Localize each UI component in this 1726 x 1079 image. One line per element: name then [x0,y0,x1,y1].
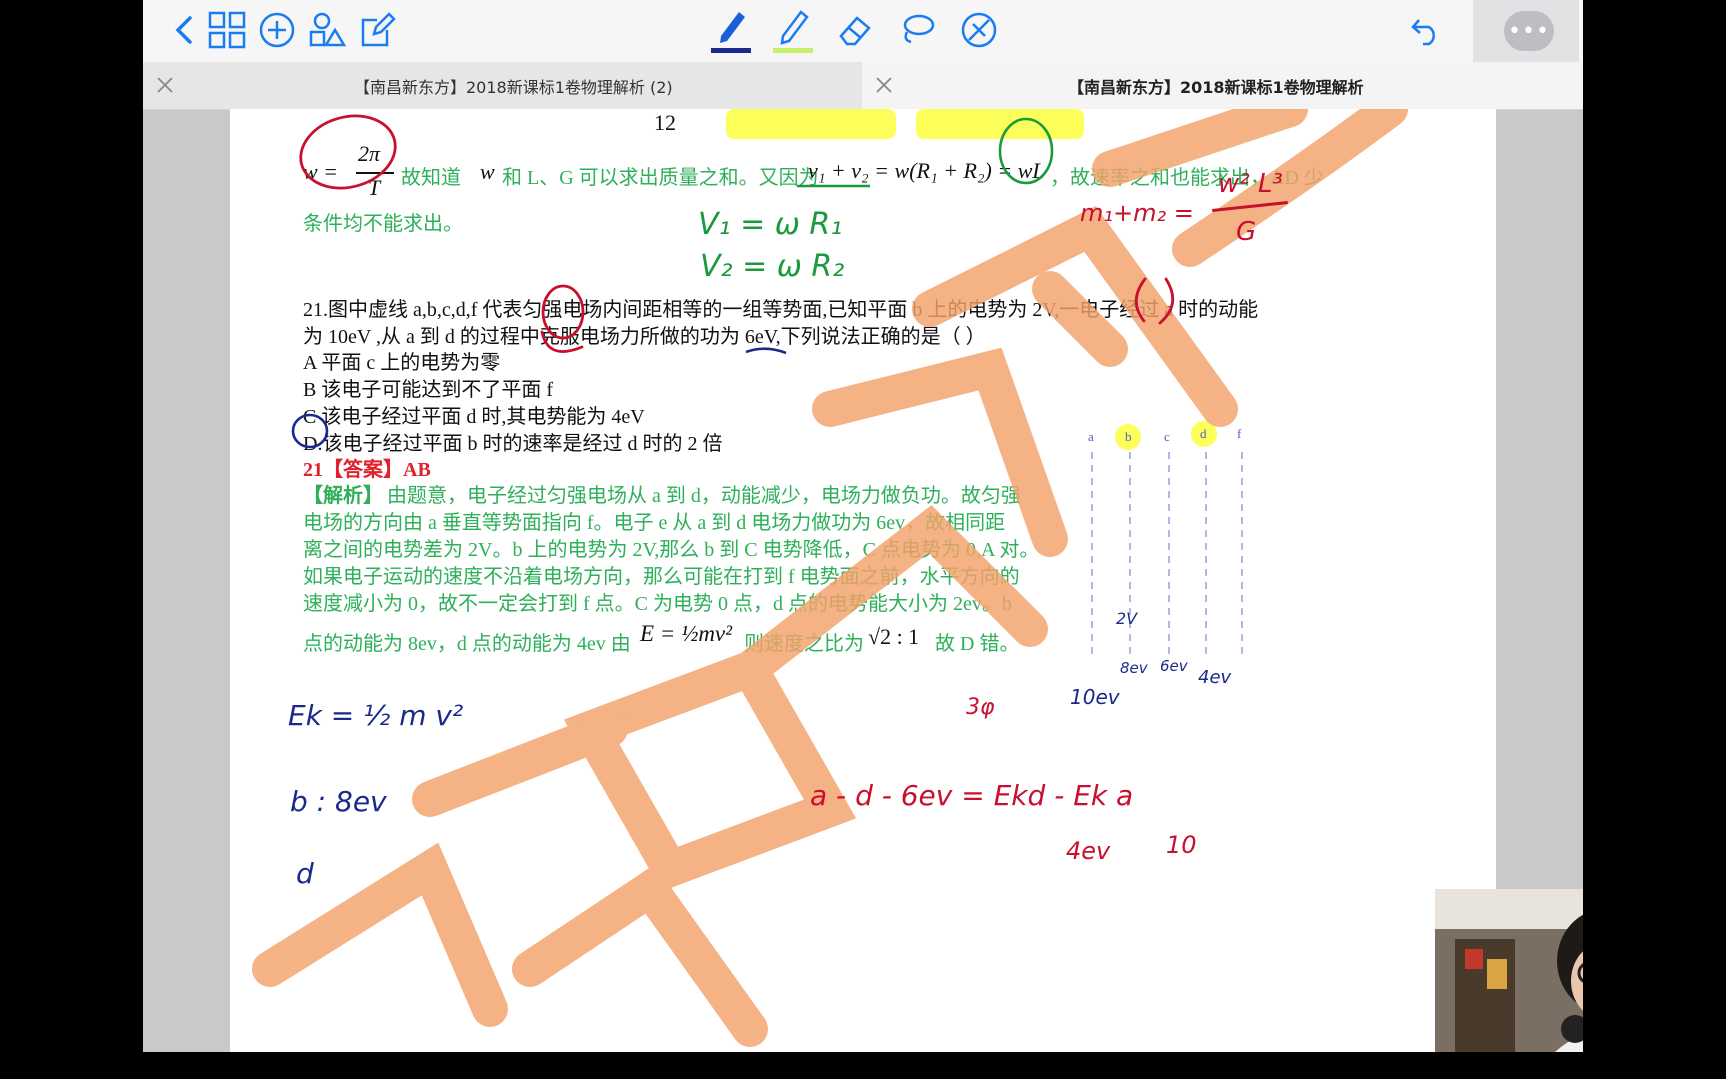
plane-label: d [1200,426,1207,441]
handwritten-note: 8ev [1120,659,1148,677]
document-tab-bar: 【南昌新东方】2018新课标1卷物理解析 (2) 【南昌新东方】2018新课标1… [143,62,1583,110]
shapes-button[interactable] [305,8,349,52]
grid-view-button[interactable] [205,8,249,52]
underline-mark [745,347,787,355]
handwritten-note: V₁ = ω R₁ [698,207,843,242]
compose-icon [361,12,396,47]
explanation-line: 电场的方向由 a 垂直等势面指向 f。电子 e 从 a 到 d 电场力做功为 6… [303,512,1006,534]
eraser-icon [839,16,871,46]
handwritten-fraction-bar [1212,201,1288,212]
top-toolbar [143,0,1583,62]
handwritten-note: 10 [1166,831,1197,859]
handwritten-note: a - d - 6ev = Ekd - Ek a [810,779,1134,812]
lasso-icon [903,14,935,44]
handwritten-note: V₂ = ω R₂ [700,249,845,284]
highlight-mark [726,109,896,139]
answer-label: 21【答案】AB [303,459,431,481]
explanation-line: 故 D 错。 [935,633,1020,655]
laser-pointer-icon [961,12,997,48]
tab-title: 【南昌新东方】2018新课标1卷物理解析 [1068,77,1364,97]
fraction-numerator: 2π [358,141,381,166]
handwritten-note: 3φ [966,695,995,720]
formula-fragment: 12 [654,110,676,135]
handwritten-note: 2V [1116,609,1138,628]
eraser-tool-button[interactable] [833,8,877,52]
w-equation: w = [303,159,339,184]
option-d: D.该电子经过平面 b 时的速率是经过 d 时的 2 倍 [303,433,723,455]
handwritten-note: w² L³ [1218,169,1283,199]
presenter-video [1435,889,1583,1052]
explanation-line: 速度减小为 0，故不一定会打到 f 点。C 为电势 0 点，d 点的电势能大小为… [303,593,1012,615]
handwritten-note: G [1236,217,1257,247]
tab-document-1[interactable]: 【南昌新东方】2018新课标1卷物理解析 [862,62,1583,109]
fraction-bar [356,172,394,174]
text-line: 条件均不能求出。 [303,213,463,235]
question-21-line-2: 为 10eV ,从 a 到 d 的过程中克服电场力所做的功为 6eV,下列说法正… [303,326,986,348]
tab-title: 【南昌新东方】2018新课标1卷物理解析 (2) [354,77,673,97]
fraction-denominator: T [368,175,381,200]
highlight-mark [916,109,1084,139]
explanation-line: 点的动能为 8ev，d 点的动能为 4ev 由 [303,633,631,655]
handwritten-note: 4ev [1066,837,1111,865]
add-page-button[interactable] [255,8,299,52]
plus-circle-icon [259,12,295,48]
option-c: C 该电子经过平面 d 时,其电势能为 4eV [303,406,645,428]
velocity-sum-equation: v₁ + v₂ = w(R₁ + R₂) = wL [808,158,1045,183]
ellipsis-icon: ••• [1504,11,1554,51]
shapes-icon [309,12,347,47]
close-icon[interactable] [155,75,175,95]
app-window: ••• 【南昌新东方】2018新课标1卷物理解析 (2) 【南昌新东方】2018… [143,0,1583,1052]
highlighter-tool-button[interactable] [771,4,815,56]
edit-text-button[interactable] [355,8,399,52]
pen-icon [711,12,751,53]
handwritten-note: b : 8ev [290,785,387,818]
explanation-tag: 【解析】 [303,485,383,507]
option-b: B 该电子可能达到不了平面 f [303,379,553,401]
question-21-line-1: 21.图中虚线 a,b,c,d,f 代表匀强电场内间距相等的一组等势面,已知平面… [303,299,1259,321]
explanation-line: 离之间的电势差为 2V。b 上的电势为 2V,那么 b 到 C 电势降低，C 点… [303,539,1040,561]
ratio-formula: √2 : 1 [868,624,920,649]
handwritten-note: 6ev [1160,657,1188,675]
undo-button[interactable] [1405,8,1449,52]
text-line: 故知道 [401,167,461,189]
text-line: 和 L、G 可以求出质量之和。又因为 [502,167,819,189]
tab-document-2[interactable]: 【南昌新东方】2018新课标1卷物理解析 (2) [143,62,862,109]
webcam-overlay [1435,889,1583,1052]
plane-label: c [1164,429,1170,444]
option-a: A 平面 c 上的电势为零 [303,352,501,374]
plane-label: a [1088,429,1094,444]
plane-label: b [1125,429,1132,444]
explanation-line: 由题意，电子经过匀强电场从 a 到 d，动能减少，电场力做负功。故匀强 [387,485,1021,507]
explanation-line: 如果电子运动的速度不沿着电场方向，那么可能在打到 f 电势面之前，水平方向的 [303,566,1020,588]
plane-label: f [1237,426,1242,441]
kinetic-energy-formula: E = ½mv² [640,621,733,646]
grid-icon [208,11,246,49]
formula-w: w [480,159,495,184]
undo-icon [1411,19,1435,46]
close-icon[interactable] [874,75,894,95]
equipotential-lines [1091,452,1243,659]
handwritten-note: 10ev [1070,685,1120,709]
handwritten-note: m₁+m₂ = [1080,199,1194,227]
chevron-left-icon [175,16,192,44]
laser-pointer-button[interactable] [957,8,1001,52]
handwritten-note: Ek = ½ m v² [288,699,464,732]
handwritten-note: d [296,857,314,890]
explanation-line: 则速度之比为 [744,633,864,655]
handwritten-note: 4ev [1198,667,1232,688]
pen-tool-button[interactable] [709,4,753,56]
document-page[interactable]: 12 w = 2π T 故知道 w 和 L、G 可以求出质量之和。又因为 v₁ … [230,109,1496,1052]
highlighter-icon [773,10,813,53]
back-button[interactable] [163,8,207,52]
lasso-tool-button[interactable] [895,8,939,52]
